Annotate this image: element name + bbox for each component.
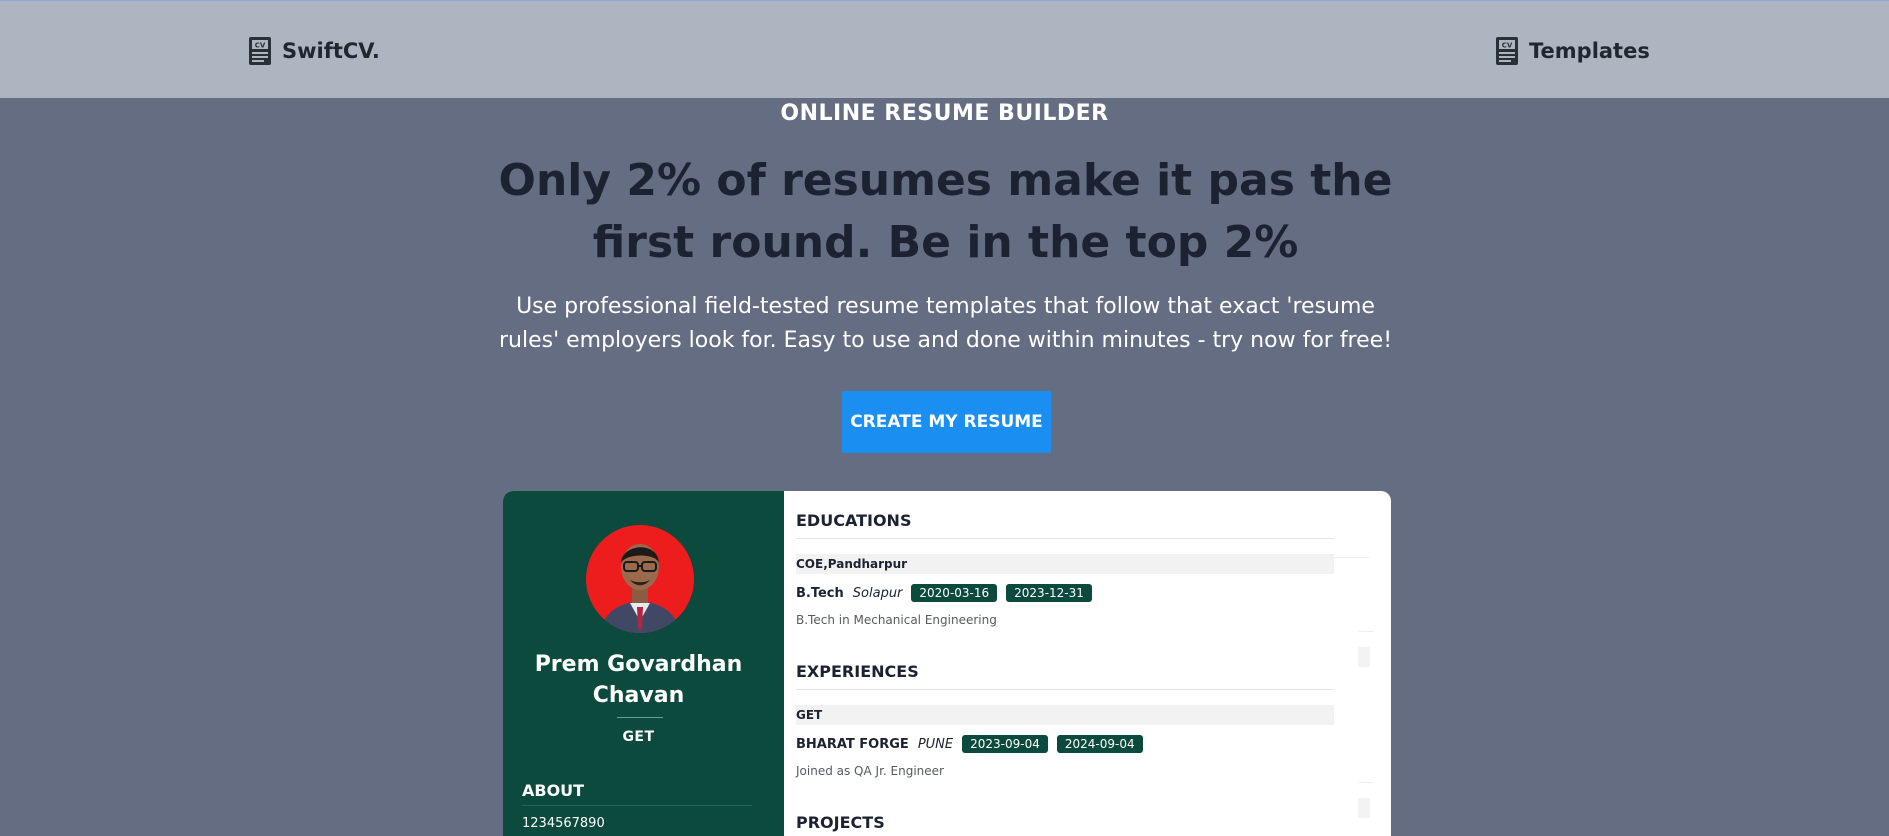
brand-logo-link[interactable]: CV SwiftCV. (246, 35, 380, 67)
create-resume-button[interactable]: CREATE MY RESUME (842, 391, 1051, 453)
hero-subtext: Use professional field-tested resume tem… (498, 294, 1393, 353)
education-description: B.Tech in Mechanical Engineering (796, 613, 997, 627)
faint-divider (1334, 557, 1369, 558)
education-heading: EDUCATIONS (796, 511, 912, 530)
experience-title: GET (796, 705, 1334, 725)
resume-sidebar: Prem Govardhan Chavan GET ABOUT 12345678… (503, 491, 784, 836)
experience-description: Joined as QA Jr. Engineer (796, 764, 944, 778)
education-start-date: 2020-03-16 (911, 584, 998, 602)
experience-divider (796, 689, 1334, 690)
cv-document-icon: CV (1496, 37, 1518, 65)
experience-end-date: 2024-09-04 (1056, 735, 1143, 753)
projects-heading: PROJECTS (796, 813, 885, 832)
education-degree: B.Tech (796, 585, 844, 601)
experience-details: BHARAT FORGE PUNE 2023-09-04 2024-09-04 (796, 735, 1143, 753)
experience-company: BHARAT FORGE (796, 736, 909, 752)
experience-start-date: 2023-09-04 (962, 735, 1048, 753)
svg-text:CV: CV (255, 42, 266, 50)
cv-document-icon: CV (249, 37, 271, 65)
top-navbar: CV SwiftCV. CV Templates (0, 0, 1889, 98)
avatar (586, 525, 694, 633)
about-divider (522, 805, 752, 806)
education-end-date: 2023-12-31 (1006, 584, 1092, 602)
faint-divider (1359, 782, 1373, 783)
experience-location: PUNE (917, 736, 954, 752)
hero-eyebrow: ONLINE RESUME BUILDER (780, 101, 1109, 126)
resume-preview: Prem Govardhan Chavan GET ABOUT 12345678… (503, 491, 1391, 836)
education-institution: COE,Pandharpur (796, 554, 1334, 574)
avatar-photo-icon (586, 525, 694, 633)
faint-block (1358, 647, 1370, 667)
education-location: Solapur (852, 585, 903, 601)
faint-divider (1359, 631, 1373, 632)
resume-name: Prem Govardhan Chavan (534, 652, 743, 708)
resume-main: EDUCATIONS COE,Pandharpur B.Tech Solapur… (784, 491, 1391, 836)
about-heading: ABOUT (522, 781, 585, 800)
templates-label: Templates (1529, 39, 1650, 63)
education-divider (796, 538, 1334, 539)
experience-heading: EXPERIENCES (796, 662, 919, 681)
phone-number: 1234567890 (522, 816, 605, 831)
templates-nav-link[interactable]: CV Templates (1493, 35, 1650, 67)
resume-role: GET (622, 729, 655, 745)
hero-headline: Only 2% of resumes make it pas the first… (498, 155, 1393, 268)
name-divider (617, 717, 663, 718)
brand-name: SwiftCV. (282, 39, 380, 63)
education-details: B.Tech Solapur 2020-03-16 2023-12-31 (796, 584, 1092, 602)
faint-block (1358, 798, 1370, 818)
svg-text:CV: CV (1502, 42, 1513, 50)
